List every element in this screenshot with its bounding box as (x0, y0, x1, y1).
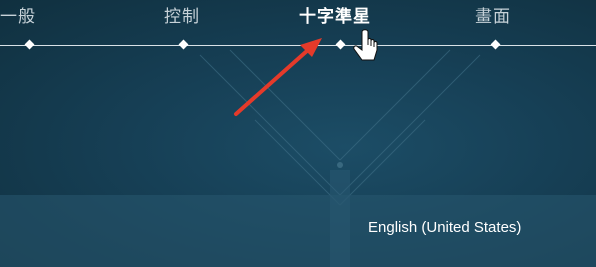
tab-controls[interactable]: 控制 (164, 2, 200, 27)
tab-track-line (0, 45, 596, 46)
language-select[interactable]: English (United States) (368, 219, 521, 236)
tab-display[interactable]: 畫面 (475, 2, 511, 27)
tab-crosshair[interactable]: 十字準星 (299, 2, 371, 27)
tab-general[interactable]: 一般 (0, 2, 36, 27)
